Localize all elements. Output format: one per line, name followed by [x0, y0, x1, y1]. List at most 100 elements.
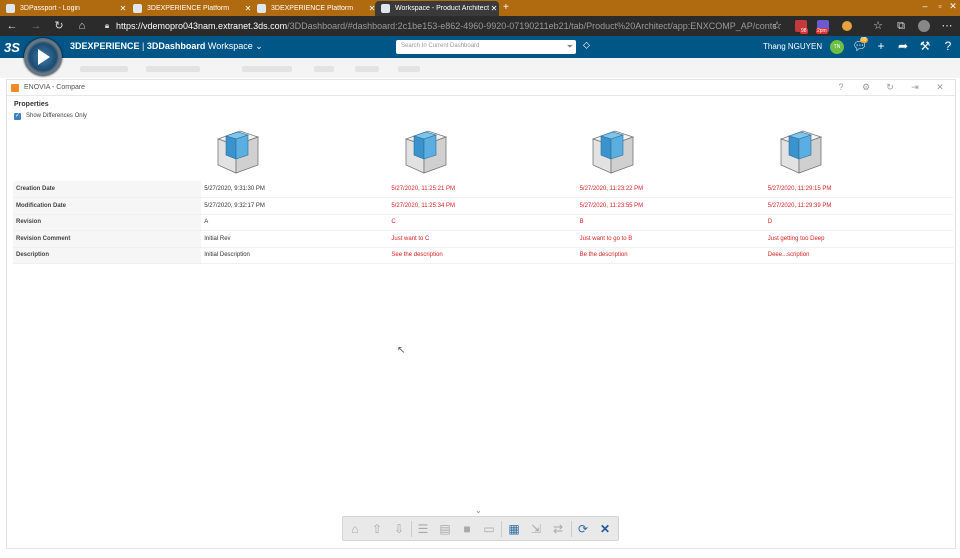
url-path: /3DDashboard/#dashboard:2c1be153-e862-49…	[287, 21, 776, 31]
value-cell-diff: Just getting too Deep	[764, 230, 953, 248]
table-view-icon[interactable]: ▤	[437, 521, 453, 537]
tab-favicon-icon	[133, 4, 142, 13]
move-up-icon[interactable]: ⇧	[369, 521, 385, 537]
table-settings-icon[interactable]: ▦	[506, 521, 522, 537]
browser-tab-active[interactable]: Workspace - Product Architect ✕	[375, 1, 499, 16]
tag-icon[interactable]: ⬦	[583, 40, 590, 51]
compare-widget: ENOVIA - Compare ? ⚙ ↻ ⇥ ✕ Properties ✓ …	[6, 79, 956, 549]
search-input[interactable]: Search In Current Dashboard ⏷	[396, 40, 576, 54]
compass-icon[interactable]	[24, 38, 62, 76]
value-cell-diff: C	[388, 214, 577, 231]
forward-icon[interactable]: →	[29, 19, 43, 33]
list-view-icon[interactable]: ☰	[415, 521, 431, 537]
chevron-down-icon[interactable]: ⌄	[255, 41, 263, 51]
product-thumbnail-icon[interactable]	[589, 127, 635, 177]
gear-icon[interactable]: ⚙	[860, 82, 872, 93]
maximize-icon[interactable]: ⇥	[909, 82, 921, 93]
collections-icon[interactable]: ⧉	[894, 19, 908, 33]
more-icon[interactable]: ⋯	[940, 19, 954, 33]
dashboard-tab[interactable]	[80, 66, 128, 72]
value-cell-diff: 5/27/2020, 11:23:55 PM	[576, 197, 765, 215]
profile-icon[interactable]	[918, 20, 930, 32]
brand-title: 3DEXPERIENCE | 3DDashboard Workspace ⌄	[70, 41, 263, 52]
widget-app-icon	[11, 84, 19, 92]
widget-title: ENOVIA - Compare	[24, 84, 86, 91]
avatar[interactable]: TN	[830, 40, 844, 54]
star-icon[interactable]: ☆	[770, 19, 784, 33]
value-cell: A	[201, 214, 389, 231]
table-row: Description Initial Description See the …	[13, 247, 953, 264]
browser-tab[interactable]: 3DEXPERIENCE Platform ✕	[251, 1, 377, 16]
tools-icon[interactable]: ⚒	[918, 39, 932, 53]
extension-icon[interactable]	[842, 21, 852, 31]
back-icon[interactable]: ←	[5, 19, 19, 33]
maximize-icon[interactable]: ▫	[933, 1, 947, 11]
tab-favicon-icon	[6, 4, 15, 13]
move-down-icon[interactable]: ⇩	[391, 521, 407, 537]
lock-icon[interactable]: 🔒︎	[100, 19, 114, 33]
export-icon[interactable]: ⇲	[528, 521, 544, 537]
mouse-cursor-icon: ↖	[397, 345, 406, 356]
dashboard-tab[interactable]	[398, 66, 420, 72]
favorites-icon[interactable]: ☆	[871, 19, 885, 33]
dashboard-tab[interactable]	[314, 66, 334, 72]
compare-table: Creation Date 5/27/2020, 9:31:30 PM 5/27…	[13, 181, 953, 264]
value-cell-diff: D	[764, 214, 953, 231]
browser-tab-strip: 3DPassport - Login ✕ 3DEXPERIENCE Platfo…	[0, 0, 960, 16]
value-cell: 5/27/2020, 9:32:17 PM	[201, 197, 389, 215]
workspace-label[interactable]: Workspace	[208, 41, 253, 51]
url-field[interactable]: https://vdemopro043nam.extranet.3ds.com/…	[116, 19, 776, 33]
refresh-icon[interactable]: ↻	[884, 82, 896, 93]
dashboard-tab[interactable]	[355, 66, 379, 72]
browser-tab[interactable]: 3DPassport - Login ✕	[0, 1, 128, 16]
tab-label: 3DPassport - Login	[20, 5, 80, 12]
brand-sep: |	[139, 41, 147, 51]
widget-header: ENOVIA - Compare ? ⚙ ↻ ⇥ ✕	[7, 80, 955, 96]
value-cell-diff: Deee...scription	[764, 247, 953, 264]
close-icon[interactable]: ✕	[934, 82, 946, 93]
value-cell-diff: See the description	[388, 247, 577, 264]
table-row: Modification Date 5/27/2020, 9:32:17 PM …	[13, 197, 953, 215]
home-icon[interactable]: ⌂	[347, 521, 363, 537]
tile-view-icon[interactable]: ■	[459, 521, 475, 537]
add-icon[interactable]: +	[874, 39, 888, 53]
dashboard-tabs	[0, 58, 960, 78]
user-name[interactable]: Thang NGUYEN	[763, 42, 822, 51]
attribute-name: Description	[13, 247, 202, 264]
help-icon[interactable]: ?	[835, 82, 847, 92]
product-thumbnail-icon[interactable]	[777, 127, 823, 177]
comment-icon[interactable]: ▭	[481, 521, 497, 537]
help-icon[interactable]: ?	[941, 39, 955, 53]
product-thumbnail-icon[interactable]	[402, 127, 448, 177]
close-icon[interactable]: ✕	[597, 521, 613, 537]
browser-tab[interactable]: 3DEXPERIENCE Platform ✕	[127, 1, 253, 16]
home-icon[interactable]: ⌂	[75, 19, 89, 33]
divider	[571, 521, 572, 537]
value-cell: Initial Description	[201, 247, 389, 264]
value-cell-diff: 5/27/2020, 11:23:22 PM	[576, 181, 765, 198]
minimize-icon[interactable]: –	[918, 1, 932, 11]
ds-logo-icon: 3S	[4, 40, 20, 55]
product-thumbnail-icon[interactable]	[214, 127, 260, 177]
tab-favicon-icon	[257, 4, 266, 13]
value-cell-diff: 5/27/2020, 11:29:15 PM	[764, 181, 953, 198]
attribute-name: Revision	[13, 214, 202, 231]
show-differences-label[interactable]: Show Differences Only	[26, 113, 87, 119]
filter-icon[interactable]: ⏷	[567, 42, 573, 52]
swap-icon[interactable]: ⇄	[550, 521, 566, 537]
show-differences-checkbox[interactable]: ✓	[14, 113, 21, 120]
properties-heading: Properties	[14, 101, 49, 108]
divider	[411, 521, 412, 537]
action-toolbar: ⌂ ⇧ ⇩ ☰ ▤ ■ ▭ ▦ ⇲ ⇄ ⟳ ✕	[342, 516, 619, 541]
chevron-down-icon[interactable]: ⌄	[475, 506, 482, 515]
dashboard-tab[interactable]	[146, 66, 200, 72]
reload-icon[interactable]: ↻	[52, 19, 66, 33]
dashboard-tab[interactable]	[242, 66, 292, 72]
new-tab-icon[interactable]: +	[503, 2, 509, 13]
refresh-icon[interactable]: ⟳	[575, 521, 591, 537]
value-cell-diff: B	[576, 214, 765, 231]
brand-name: 3DEXPERIENCE	[70, 41, 140, 51]
close-window-icon[interactable]: ✕	[946, 1, 960, 12]
close-icon[interactable]: ✕	[489, 4, 499, 13]
share-icon[interactable]: ➦	[896, 39, 910, 53]
